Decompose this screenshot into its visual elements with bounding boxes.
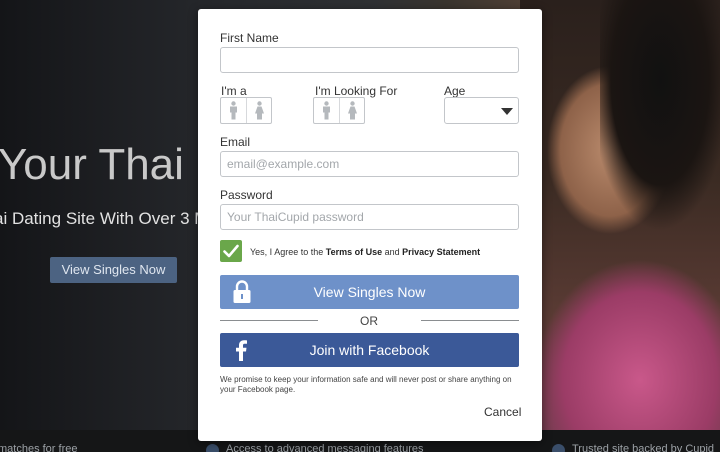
age-select[interactable]	[444, 97, 519, 124]
password-label: Password	[220, 188, 273, 202]
email-label: Email	[220, 135, 251, 149]
age-label: Age	[444, 84, 466, 98]
looking-for-selector	[313, 97, 365, 124]
im-a-male-option[interactable]	[221, 98, 246, 123]
agree-text: Yes, I Agree to the Terms of Use and Pri…	[250, 247, 480, 257]
agree-and: and	[382, 247, 403, 257]
password-input[interactable]	[220, 204, 519, 230]
view-singles-button[interactable]: View Singles Now	[220, 275, 519, 309]
female-icon	[348, 101, 357, 120]
im-a-selector	[220, 97, 272, 124]
first-name-label: First Name	[220, 31, 279, 45]
female-icon	[255, 101, 264, 120]
looking-for-label: I'm Looking For	[315, 84, 398, 98]
feature-item: Trusted site backed by Cupid	[572, 443, 715, 452]
cancel-button[interactable]: Cancel	[484, 405, 521, 419]
divider-right	[421, 320, 519, 321]
hero-photo-hair	[600, 0, 720, 260]
male-icon	[323, 101, 330, 120]
looking-for-female-option[interactable]	[339, 98, 364, 123]
join-with-facebook-label: Join with Facebook	[309, 342, 430, 358]
or-separator: OR	[360, 314, 378, 328]
divider-left	[220, 320, 318, 321]
im-a-label: I'm a	[221, 84, 247, 98]
hero-subtitle: ai Dating Site With Over 3 M	[0, 209, 209, 228]
privacy-statement-link[interactable]: Privacy Statement	[402, 247, 480, 257]
email-input[interactable]	[220, 151, 519, 177]
first-name-input[interactable]	[220, 47, 519, 73]
privacy-promise-text: We promise to keep your information safe…	[220, 375, 512, 394]
feature-item: matches for free	[0, 443, 78, 452]
hero-view-singles-button[interactable]: View Singles Now	[50, 257, 177, 283]
feature-bullet-icon	[552, 444, 565, 452]
view-singles-label: View Singles Now	[313, 284, 426, 300]
terms-of-use-link[interactable]: Terms of Use	[326, 247, 382, 257]
check-icon	[223, 244, 239, 258]
agree-prefix: Yes, I Agree to the	[250, 247, 326, 257]
looking-for-male-option[interactable]	[314, 98, 339, 123]
male-icon	[230, 101, 237, 120]
signup-modal: First Name I'm a I'm Looking For Age Ema…	[198, 9, 542, 441]
join-with-facebook-button[interactable]: Join with Facebook	[220, 333, 519, 367]
agree-checkbox[interactable]	[220, 240, 242, 262]
feature-item: Access to advanced messaging features	[226, 443, 424, 452]
im-a-female-option[interactable]	[246, 98, 271, 123]
feature-bullet-icon	[206, 444, 219, 452]
hero-title: Your Thai L	[0, 140, 221, 189]
chevron-down-icon	[501, 108, 513, 115]
